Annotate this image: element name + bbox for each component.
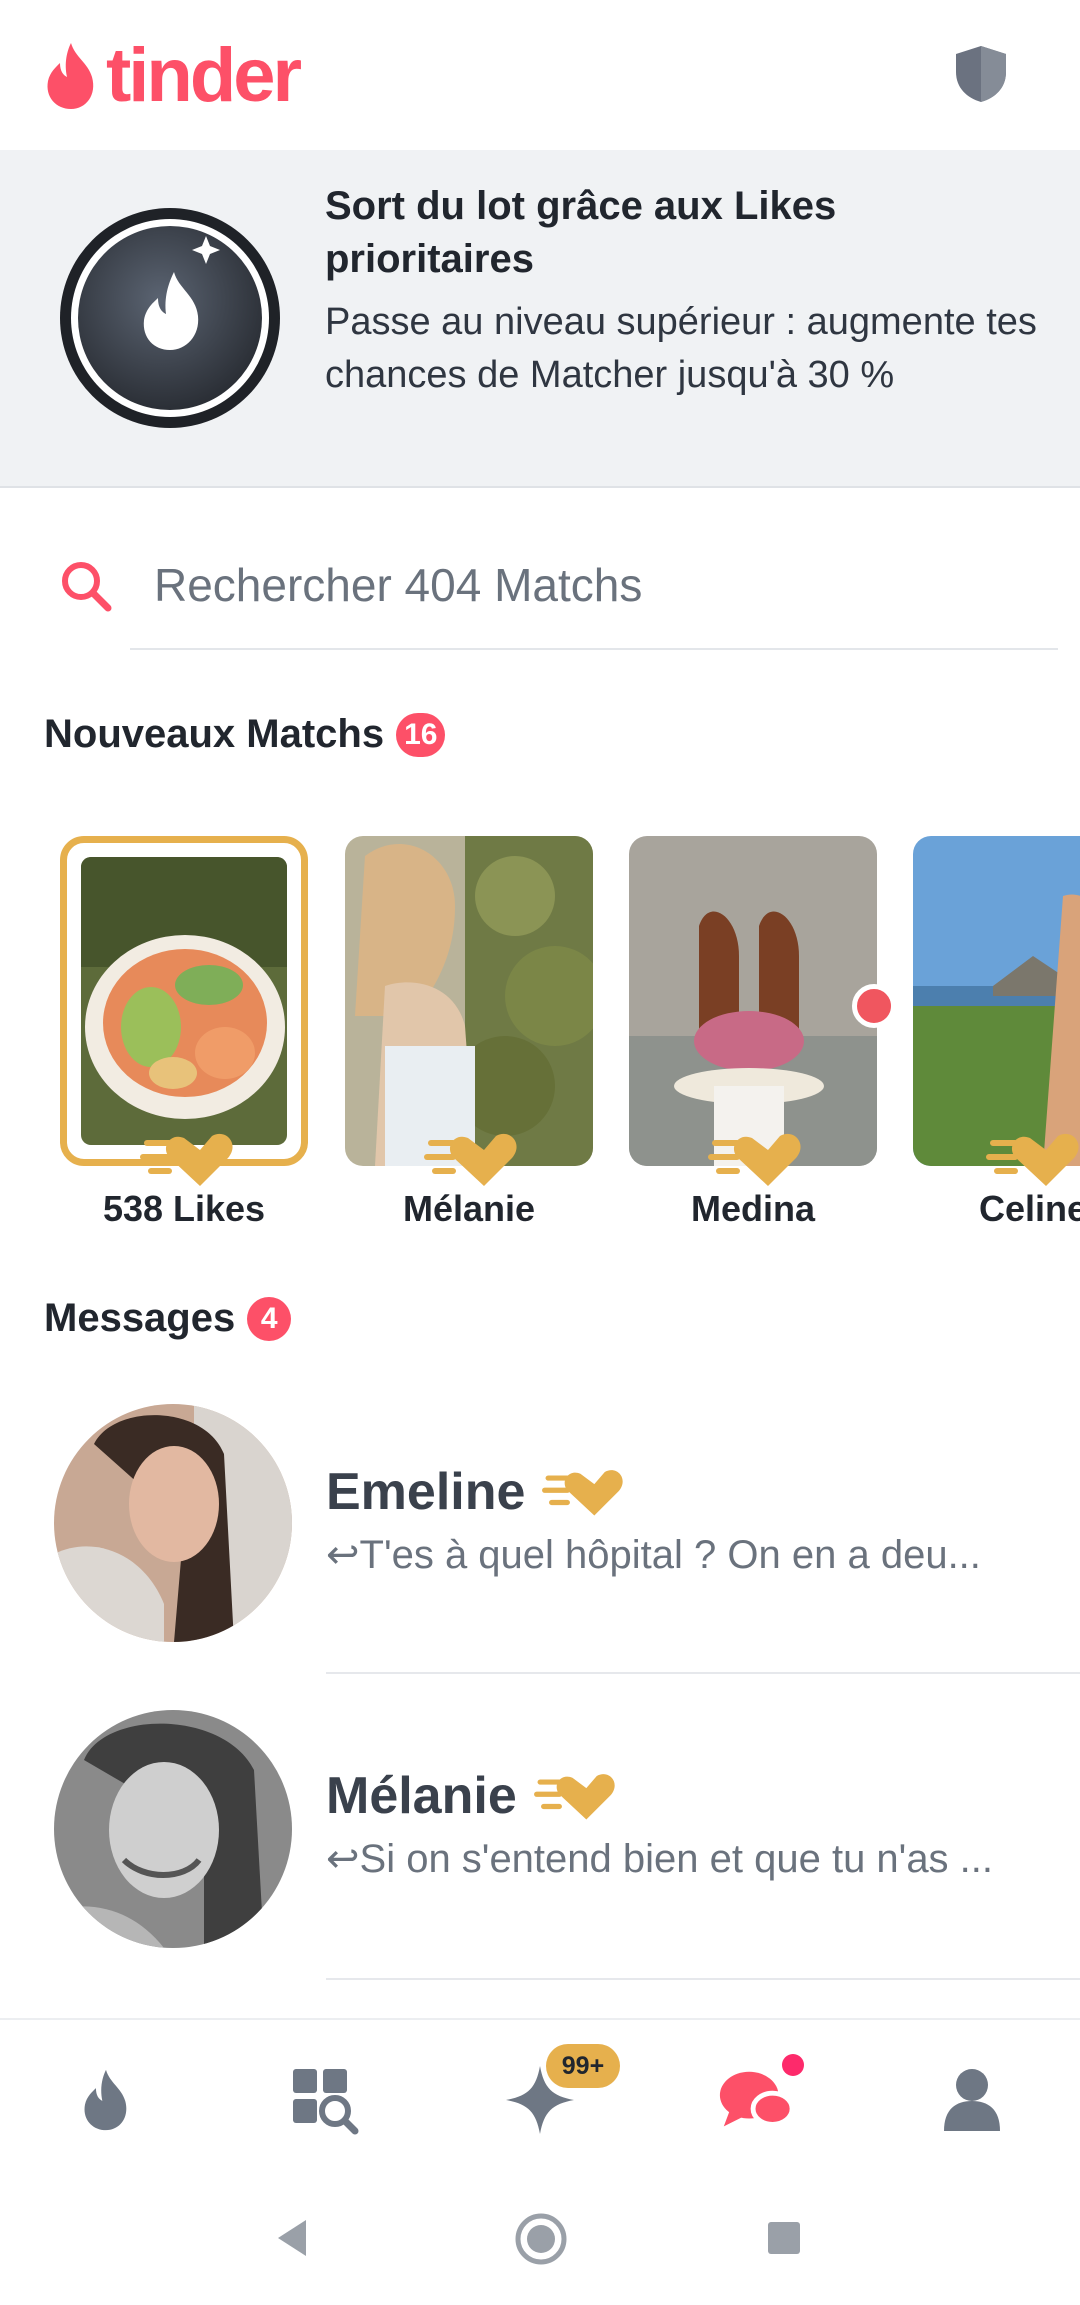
search-input[interactable] bbox=[130, 552, 1080, 618]
match-card-celine[interactable] bbox=[913, 836, 1080, 1166]
new-matches-count-badge: 16 bbox=[396, 712, 446, 757]
super-like-heart-icon bbox=[542, 1470, 624, 1516]
super-like-heart-icon bbox=[533, 1774, 615, 1820]
search-icon bbox=[58, 558, 116, 621]
new-matches-title: Nouveaux Matchs bbox=[44, 712, 385, 756]
recents-icon[interactable] bbox=[766, 2220, 802, 2256]
back-icon[interactable] bbox=[272, 2216, 312, 2260]
new-matches-heading: Nouveaux Matchs 16 bbox=[44, 712, 446, 757]
match-name: Celine bbox=[979, 1188, 1080, 1229]
super-like-heart-icon bbox=[986, 1133, 1079, 1186]
match-card-medina[interactable] bbox=[629, 836, 877, 1166]
promo-title: Sort du lot grâce aux Likes prioritaires bbox=[325, 184, 837, 281]
super-like-heart-icon bbox=[424, 1133, 517, 1186]
nav-profile-icon[interactable] bbox=[932, 2060, 1012, 2140]
match-photo-medina bbox=[629, 836, 877, 1166]
shield-icon[interactable] bbox=[953, 44, 1009, 109]
likes-card-image bbox=[81, 857, 287, 1145]
avatar-melanie[interactable] bbox=[54, 1710, 292, 1948]
chat-notification-dot bbox=[782, 2054, 804, 2076]
message-sender-name: Mélanie bbox=[326, 1766, 617, 1826]
flame-logo-icon bbox=[47, 43, 94, 109]
super-like-heart-icon bbox=[140, 1133, 233, 1186]
likes-count-label: 538 Likes bbox=[102, 1188, 266, 1229]
match-name: Mélanie bbox=[402, 1188, 536, 1229]
nav-swipe-flame-icon[interactable] bbox=[66, 2060, 146, 2140]
match-photo-melanie bbox=[345, 836, 593, 1166]
message-divider bbox=[326, 1978, 1080, 1980]
message-sender-name: Emeline bbox=[326, 1462, 625, 1522]
sender-name-text: Mélanie bbox=[326, 1767, 517, 1825]
match-name: Medina bbox=[690, 1188, 815, 1229]
messages-title: Messages bbox=[44, 1296, 236, 1340]
spark-count-badge: 99+ bbox=[546, 2044, 620, 2088]
messages-heading: Messages 4 bbox=[44, 1296, 292, 1341]
priority-like-ring-icon bbox=[56, 204, 284, 432]
match-photo-celine bbox=[913, 836, 1080, 1166]
tinder-logo[interactable]: tinder bbox=[42, 33, 302, 118]
likes-card[interactable] bbox=[60, 836, 308, 1166]
home-icon[interactable] bbox=[514, 2212, 568, 2266]
message-preview: ↩Si on s'entend bien et que tu n'as ... bbox=[326, 1837, 994, 1881]
super-like-heart-icon bbox=[708, 1133, 801, 1186]
online-indicator bbox=[852, 984, 896, 1028]
logo-text: tinder bbox=[106, 33, 302, 118]
match-card-melanie[interactable] bbox=[345, 836, 593, 1166]
messages-count-badge: 4 bbox=[247, 1296, 292, 1341]
nav-explore-icon[interactable] bbox=[284, 2060, 364, 2140]
avatar-emeline[interactable] bbox=[54, 1404, 292, 1642]
promo-subtitle: Passe au niveau supérieur : augmente tes… bbox=[325, 301, 1037, 396]
sender-name-text: Emeline bbox=[326, 1463, 526, 1521]
message-divider bbox=[326, 1672, 1080, 1674]
search-underline bbox=[130, 648, 1058, 650]
message-preview: ↩T'es à quel hôpital ? On en a deu... bbox=[326, 1533, 981, 1577]
